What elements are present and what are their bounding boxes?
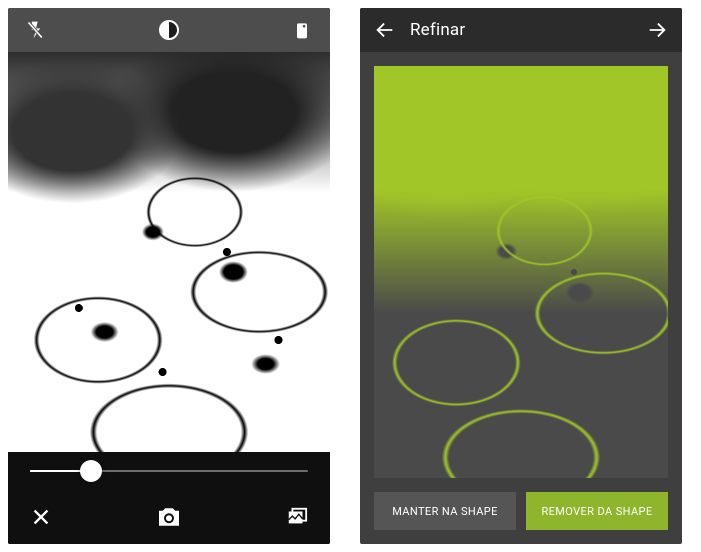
page-title: Refinar xyxy=(410,20,632,40)
camera-bottom-toolbar xyxy=(8,490,330,544)
switch-camera-icon[interactable] xyxy=(292,18,312,42)
threshold-slider[interactable] xyxy=(30,470,308,472)
remove-from-shape-button[interactable]: REMOVER DA SHAPE xyxy=(526,492,668,530)
preview-image xyxy=(8,52,330,452)
flash-off-icon[interactable] xyxy=(26,18,46,42)
threshold-slider-row xyxy=(8,452,330,490)
refine-action-bar: MANTER NA SHAPE REMOVER DA SHAPE xyxy=(360,492,682,544)
shape-mask-preview xyxy=(374,66,668,478)
keep-in-shape-button[interactable]: MANTER NA SHAPE xyxy=(374,492,516,530)
camera-preview[interactable] xyxy=(8,52,330,452)
bw-mode-icon[interactable] xyxy=(157,18,181,42)
camera-top-toolbar xyxy=(8,8,330,52)
back-arrow-icon[interactable] xyxy=(374,19,396,41)
refine-canvas[interactable] xyxy=(374,66,668,478)
camera-capture-screen xyxy=(8,8,330,544)
slider-thumb[interactable] xyxy=(80,460,102,482)
refine-screen: Refinar MANTER NA SHAPE REMOVER DA SHAPE xyxy=(360,8,682,544)
gallery-icon[interactable] xyxy=(286,506,308,528)
close-icon[interactable] xyxy=(30,506,52,528)
refine-header: Refinar xyxy=(360,8,682,52)
shutter-camera-icon[interactable] xyxy=(154,502,184,532)
forward-arrow-icon[interactable] xyxy=(646,19,668,41)
